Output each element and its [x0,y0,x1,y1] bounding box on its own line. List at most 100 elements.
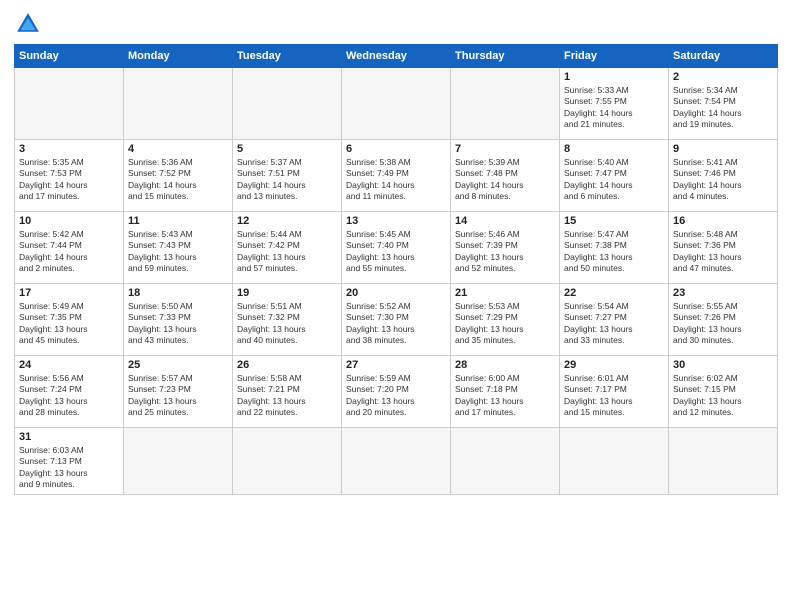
day-info: Sunrise: 6:01 AM Sunset: 7:17 PM Dayligh… [564,373,664,419]
calendar-cell [15,68,124,140]
day-number: 27 [346,359,446,371]
day-info: Sunrise: 5:54 AM Sunset: 7:27 PM Dayligh… [564,301,664,347]
calendar-cell: 23 Sunrise: 5:55 AM Sunset: 7:26 PM Dayli… [669,284,778,356]
col-header-friday: Friday [560,45,669,68]
day-number: 4 [128,143,228,155]
calendar-cell: 27 Sunrise: 5:59 AM Sunset: 7:20 PM Dayli… [342,356,451,428]
day-info: Sunrise: 5:49 AM Sunset: 7:35 PM Dayligh… [19,301,119,347]
day-number: 24 [19,359,119,371]
calendar-cell: 12Sunrise: 5:44 AM Sunset: 7:42 PM Dayli… [233,212,342,284]
week-row-0: 1 Sunrise: 5:33 AM Sunset: 7:55 PM Daylig… [15,68,778,140]
day-number: 2 [673,71,773,83]
day-number: 17 [19,287,119,299]
day-number: 26 [237,359,337,371]
calendar-cell: 18Sunrise: 5:50 AM Sunset: 7:33 PM Dayli… [124,284,233,356]
col-header-wednesday: Wednesday [342,45,451,68]
calendar-cell: 31 Sunrise: 6:03 AM Sunset: 7:13 PM Dayli… [15,428,124,495]
calendar-cell [342,68,451,140]
day-number: 5 [237,143,337,155]
calendar-cell: 17 Sunrise: 5:49 AM Sunset: 7:35 PM Dayli… [15,284,124,356]
day-number: 8 [564,143,664,155]
day-number: 19 [237,287,337,299]
calendar-cell: 30 Sunrise: 6:02 AM Sunset: 7:15 PM Dayli… [669,356,778,428]
week-row-1: 3 Sunrise: 5:35 AM Sunset: 7:53 PM Daylig… [15,140,778,212]
week-row-5: 31 Sunrise: 6:03 AM Sunset: 7:13 PM Dayli… [15,428,778,495]
week-row-4: 24 Sunrise: 5:56 AM Sunset: 7:24 PM Dayli… [15,356,778,428]
calendar-cell [233,428,342,495]
day-info: Sunrise: 5:56 AM Sunset: 7:24 PM Dayligh… [19,373,119,419]
calendar-cell: 15Sunrise: 5:47 AM Sunset: 7:38 PM Dayli… [560,212,669,284]
day-number: 14 [455,215,555,227]
day-info: Sunrise: 5:52 AM Sunset: 7:30 PM Dayligh… [346,301,446,347]
calendar-cell [124,428,233,495]
week-row-2: 10 Sunrise: 5:42 AM Sunset: 7:44 PM Dayli… [15,212,778,284]
day-info: Sunrise: 5:33 AM Sunset: 7:55 PM Dayligh… [564,85,664,131]
day-info: Sunrise: 5:42 AM Sunset: 7:44 PM Dayligh… [19,229,119,275]
calendar-cell [342,428,451,495]
day-number: 10 [19,215,119,227]
calendar-cell [233,68,342,140]
day-info: Sunrise: 5:57 AM Sunset: 7:23 PM Dayligh… [128,373,228,419]
calendar-cell [669,428,778,495]
calendar-cell: 1 Sunrise: 5:33 AM Sunset: 7:55 PM Daylig… [560,68,669,140]
calendar-cell [124,68,233,140]
day-info: Sunrise: 5:34 AM Sunset: 7:54 PM Dayligh… [673,85,773,131]
day-info: Sunrise: 5:50 AM Sunset: 7:33 PM Dayligh… [128,301,228,347]
day-info: Sunrise: 5:48 AM Sunset: 7:36 PM Dayligh… [673,229,773,275]
day-info: Sunrise: 5:55 AM Sunset: 7:26 PM Dayligh… [673,301,773,347]
calendar-header-row: SundayMondayTuesdayWednesdayThursdayFrid… [15,45,778,68]
day-info: Sunrise: 6:00 AM Sunset: 7:18 PM Dayligh… [455,373,555,419]
calendar-cell: 20 Sunrise: 5:52 AM Sunset: 7:30 PM Dayli… [342,284,451,356]
day-number: 29 [564,359,664,371]
col-header-tuesday: Tuesday [233,45,342,68]
day-info: Sunrise: 5:51 AM Sunset: 7:32 PM Dayligh… [237,301,337,347]
calendar-cell: 22 Sunrise: 5:54 AM Sunset: 7:27 PM Dayli… [560,284,669,356]
calendar-cell: 6Sunrise: 5:38 AM Sunset: 7:49 PM Daylig… [342,140,451,212]
calendar-cell: 10 Sunrise: 5:42 AM Sunset: 7:44 PM Dayli… [15,212,124,284]
calendar-cell: 11Sunrise: 5:43 AM Sunset: 7:43 PM Dayli… [124,212,233,284]
day-info: Sunrise: 5:58 AM Sunset: 7:21 PM Dayligh… [237,373,337,419]
day-info: Sunrise: 5:46 AM Sunset: 7:39 PM Dayligh… [455,229,555,275]
calendar-cell: 3 Sunrise: 5:35 AM Sunset: 7:53 PM Daylig… [15,140,124,212]
day-info: Sunrise: 5:47 AM Sunset: 7:38 PM Dayligh… [564,229,664,275]
calendar-cell [560,428,669,495]
day-number: 31 [19,431,119,443]
day-info: Sunrise: 5:35 AM Sunset: 7:53 PM Dayligh… [19,157,119,203]
calendar-cell: 24 Sunrise: 5:56 AM Sunset: 7:24 PM Dayli… [15,356,124,428]
day-number: 20 [346,287,446,299]
day-number: 1 [564,71,664,83]
col-header-sunday: Sunday [15,45,124,68]
calendar-cell: 16 Sunrise: 5:48 AM Sunset: 7:36 PM Dayli… [669,212,778,284]
day-info: Sunrise: 5:36 AM Sunset: 7:52 PM Dayligh… [128,157,228,203]
day-info: Sunrise: 5:53 AM Sunset: 7:29 PM Dayligh… [455,301,555,347]
calendar-cell: 4 Sunrise: 5:36 AM Sunset: 7:52 PM Daylig… [124,140,233,212]
day-number: 16 [673,215,773,227]
day-number: 9 [673,143,773,155]
calendar-cell: 5 Sunrise: 5:37 AM Sunset: 7:51 PM Daylig… [233,140,342,212]
day-number: 21 [455,287,555,299]
day-info: Sunrise: 5:40 AM Sunset: 7:47 PM Dayligh… [564,157,664,203]
col-header-monday: Monday [124,45,233,68]
day-number: 13 [346,215,446,227]
day-number: 3 [19,143,119,155]
day-number: 30 [673,359,773,371]
day-number: 22 [564,287,664,299]
calendar-cell: 25Sunrise: 5:57 AM Sunset: 7:23 PM Dayli… [124,356,233,428]
week-row-3: 17 Sunrise: 5:49 AM Sunset: 7:35 PM Dayli… [15,284,778,356]
day-number: 7 [455,143,555,155]
col-header-saturday: Saturday [669,45,778,68]
day-number: 28 [455,359,555,371]
header [14,10,778,38]
calendar-cell: 8 Sunrise: 5:40 AM Sunset: 7:47 PM Daylig… [560,140,669,212]
calendar-cell: 13Sunrise: 5:45 AM Sunset: 7:40 PM Dayli… [342,212,451,284]
day-info: Sunrise: 6:02 AM Sunset: 7:15 PM Dayligh… [673,373,773,419]
day-info: Sunrise: 5:59 AM Sunset: 7:20 PM Dayligh… [346,373,446,419]
calendar-cell: 9Sunrise: 5:41 AM Sunset: 7:46 PM Daylig… [669,140,778,212]
day-info: Sunrise: 6:03 AM Sunset: 7:13 PM Dayligh… [19,445,119,491]
calendar-cell: 19 Sunrise: 5:51 AM Sunset: 7:32 PM Dayli… [233,284,342,356]
day-info: Sunrise: 5:43 AM Sunset: 7:43 PM Dayligh… [128,229,228,275]
calendar-cell [451,68,560,140]
calendar-cell: 7Sunrise: 5:39 AM Sunset: 7:48 PM Daylig… [451,140,560,212]
day-info: Sunrise: 5:37 AM Sunset: 7:51 PM Dayligh… [237,157,337,203]
day-number: 23 [673,287,773,299]
